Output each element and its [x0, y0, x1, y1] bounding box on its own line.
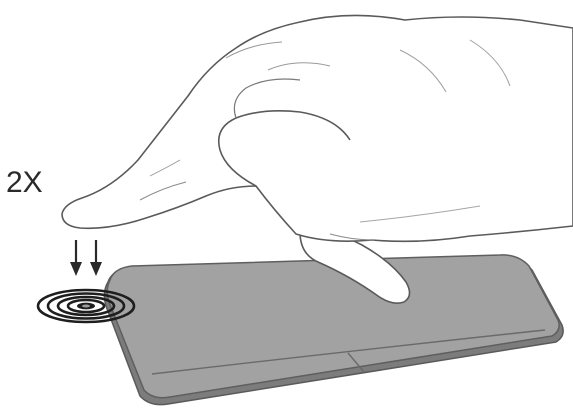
down-arrow-icon [70, 240, 102, 276]
touchpad [103, 254, 564, 406]
tap-count-label: 2X [6, 166, 43, 199]
touchpad-gesture-diagram [36, 14, 573, 406]
hand-body [61, 14, 573, 243]
